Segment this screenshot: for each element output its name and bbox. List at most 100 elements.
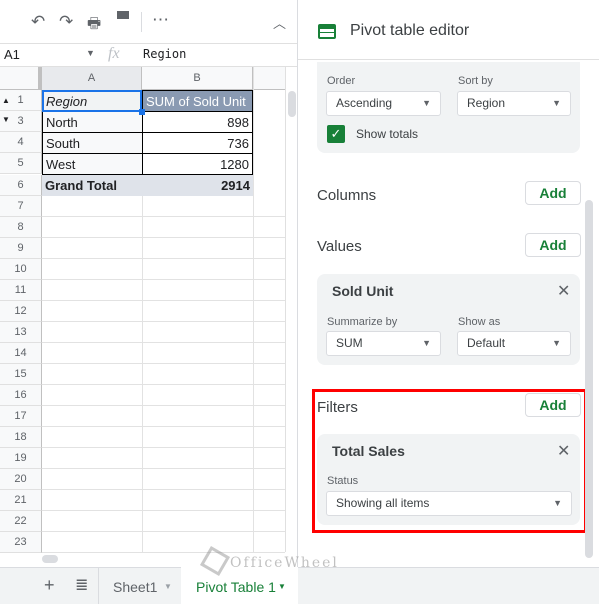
close-icon[interactable]: ✕: [557, 441, 570, 461]
fill-handle[interactable]: [139, 109, 145, 115]
pivot-row-label-cell[interactable]: Grand Total: [42, 175, 143, 196]
gridline: [42, 258, 285, 259]
collapse-icon[interactable]: ︿: [273, 13, 286, 32]
row-header[interactable]: 17: [0, 406, 42, 427]
value-card: Sold Unit ✕ Summarize by Show as SUM ▼ De…: [317, 274, 580, 365]
row-header[interactable]: 15: [0, 364, 42, 385]
pivot-value-cell[interactable]: 2914: [142, 175, 253, 196]
close-icon[interactable]: ✕: [557, 281, 570, 301]
vertical-scrollbar[interactable]: [285, 67, 297, 552]
dropdown-caret-icon: ▼: [553, 498, 562, 508]
row-header[interactable]: 22: [0, 511, 42, 532]
row-header[interactable]: 8: [0, 217, 42, 238]
formula-input[interactable]: Region: [143, 47, 186, 61]
all-sheets-icon[interactable]: ≣: [75, 575, 88, 595]
redo-icon[interactable]: ↷: [59, 12, 73, 32]
pivot-row-label-cell[interactable]: North: [42, 111, 143, 133]
gridline: [42, 279, 285, 280]
divider: [298, 59, 599, 60]
gridline: [42, 531, 285, 532]
row-header[interactable]: 7: [0, 196, 42, 217]
horizontal-scrollbar-thumb[interactable]: [42, 555, 58, 563]
sheet-tab-bar: + ≣ Sheet1 ▼ Pivot Table 1 ▼: [0, 567, 599, 604]
panel-scrollbar-thumb[interactable]: [585, 200, 593, 558]
print-icon[interactable]: 🖶: [87, 13, 101, 38]
status-label: Status: [327, 475, 359, 487]
row-header[interactable]: 16: [0, 385, 42, 406]
row-header[interactable]: 21: [0, 490, 42, 511]
dropdown-caret-icon: ▼: [422, 98, 431, 108]
show-as-dropdown[interactable]: Default ▼: [457, 331, 571, 356]
filter-card: Total Sales ✕ Status Showing all items ▼: [317, 434, 580, 525]
row-header[interactable]: 13: [0, 322, 42, 343]
sort-by-value: Region: [467, 96, 506, 110]
group-collapse-icon[interactable]: ▲: [2, 96, 10, 105]
gridline: [42, 489, 285, 490]
row-header[interactable]: 23: [0, 532, 42, 553]
row-header[interactable]: 5: [0, 153, 42, 174]
status-dropdown[interactable]: Showing all items ▼: [326, 491, 572, 516]
filters-label: Filters: [317, 399, 358, 416]
pivot-row-label-cell[interactable]: West: [42, 153, 143, 175]
gridline: [42, 237, 285, 238]
pivot-value-cell[interactable]: 898: [142, 111, 253, 133]
more-icon[interactable]: ⋯: [152, 10, 169, 30]
row-header[interactable]: 12: [0, 301, 42, 322]
summarize-by-dropdown[interactable]: SUM ▼: [326, 331, 441, 356]
row-header[interactable]: 19: [0, 448, 42, 469]
gridline: [42, 447, 285, 448]
show-as-value: Default: [467, 336, 506, 350]
column-header-b[interactable]: B: [142, 67, 253, 90]
dropdown-caret-icon: ▼: [422, 338, 431, 348]
tab-label: Sheet1: [113, 579, 158, 595]
add-value-button[interactable]: Add: [525, 233, 581, 257]
tab-menu-icon[interactable]: ▼: [164, 582, 172, 591]
add-column-button[interactable]: Add: [525, 181, 581, 205]
group-expand-icon[interactable]: ▼: [2, 115, 10, 124]
tab-sheet1[interactable]: Sheet1 ▼: [98, 568, 181, 604]
tab-menu-icon[interactable]: ▼: [278, 582, 286, 591]
pivot-value-cell[interactable]: 1280: [142, 153, 253, 175]
columns-label: Columns: [317, 187, 377, 204]
column-header-a[interactable]: A: [42, 67, 142, 90]
undo-icon[interactable]: ↶: [31, 12, 45, 32]
order-dropdown[interactable]: Ascending ▼: [326, 91, 441, 116]
sort-by-dropdown[interactable]: Region ▼: [457, 91, 571, 116]
select-all-corner[interactable]: [0, 67, 42, 90]
add-filter-button[interactable]: Add: [525, 393, 581, 417]
panel-title: Pivot table editor: [350, 22, 470, 39]
gridline: [42, 510, 285, 511]
name-box-dropdown-icon[interactable]: ▼: [86, 48, 95, 58]
pivot-row-label-cell[interactable]: South: [42, 132, 143, 154]
row-header[interactable]: 20: [0, 469, 42, 490]
show-totals-checkbox[interactable]: ✓: [327, 125, 345, 143]
gridline: [42, 216, 285, 217]
gridline: [253, 67, 254, 552]
gridline: [42, 468, 285, 469]
values-label: Values: [317, 238, 362, 255]
spreadsheet-grid[interactable]: A B 1 Region SUM of Sold Unit 3 North 898 4 Sou…: [0, 67, 297, 567]
pivot-editor-panel: Pivot table editor Order Sort by Ascendi…: [297, 0, 599, 567]
toolbar: ↶ ↷ 🖶 ⋯ ︿: [0, 0, 297, 44]
row-header[interactable]: 9: [0, 238, 42, 259]
row-header[interactable]: 6: [0, 175, 42, 196]
row-header[interactable]: 11: [0, 280, 42, 301]
gridline: [42, 384, 285, 385]
gridline: [42, 405, 285, 406]
row-header[interactable]: 10: [0, 259, 42, 280]
gridline: [42, 552, 285, 553]
row-header[interactable]: 14: [0, 343, 42, 364]
tab-pivot-table-1[interactable]: Pivot Table 1 ▼: [181, 567, 298, 604]
pivot-value-header-cell[interactable]: SUM of Sold Unit: [142, 90, 253, 112]
gridline: [42, 342, 285, 343]
add-sheet-icon[interactable]: +: [44, 575, 55, 596]
scrollbar-thumb[interactable]: [288, 91, 296, 117]
name-box[interactable]: A1: [4, 47, 20, 62]
dropdown-caret-icon: ▼: [552, 338, 561, 348]
show-as-label: Show as: [458, 316, 501, 328]
row-header[interactable]: 18: [0, 427, 42, 448]
row-header[interactable]: 4: [0, 132, 42, 153]
gridline: [42, 321, 285, 322]
paint-format-icon[interactable]: [117, 11, 129, 19]
pivot-value-cell[interactable]: 736: [142, 132, 253, 154]
